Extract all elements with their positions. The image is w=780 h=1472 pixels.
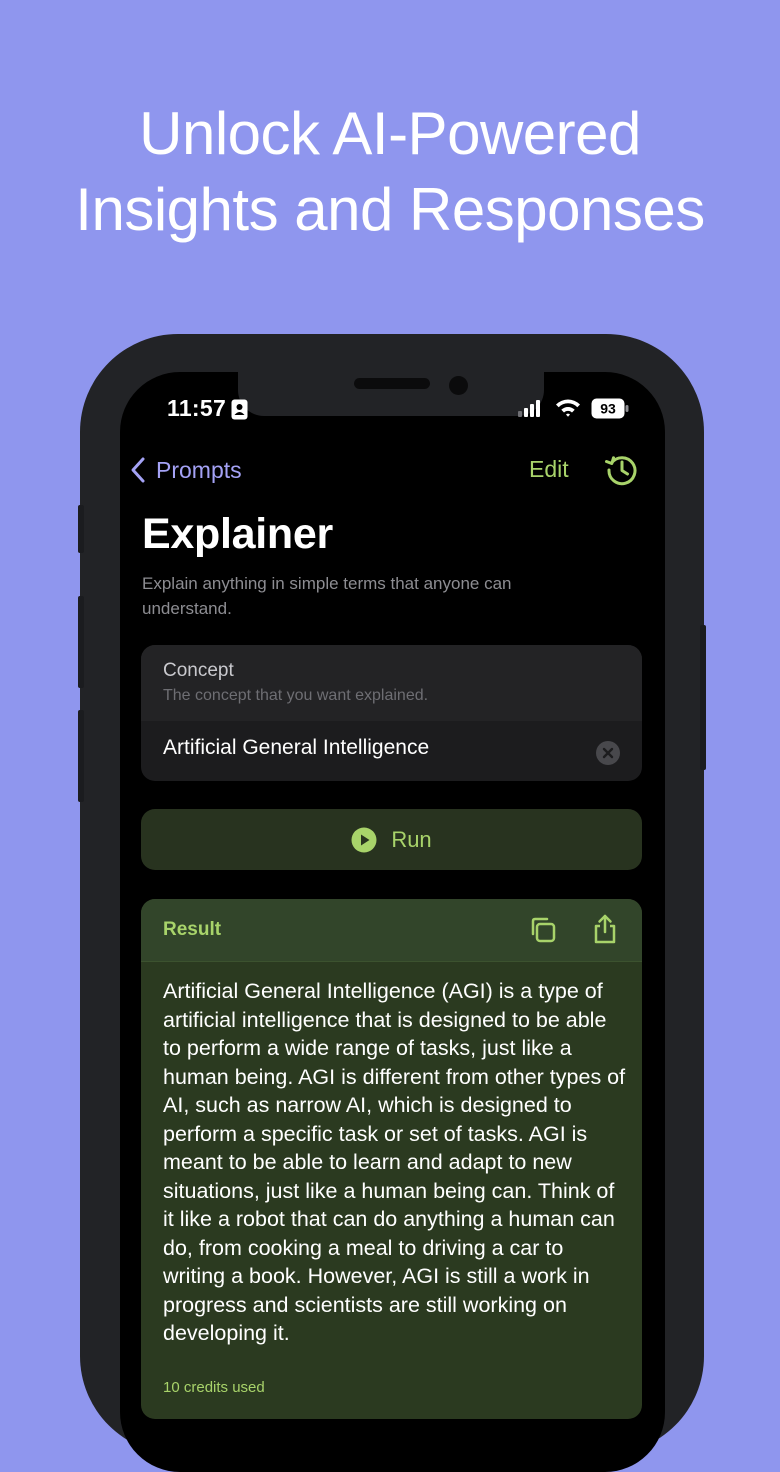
copy-icon[interactable] [528, 915, 558, 945]
chevron-left-icon [131, 457, 145, 483]
history-icon[interactable] [604, 452, 640, 488]
back-button-label: Prompts [156, 456, 242, 483]
back-button[interactable]: Prompts [130, 454, 242, 486]
result-text: Artificial General Intelligence (AGI) is… [163, 979, 626, 1345]
front-camera [449, 376, 468, 395]
concept-hint: The concept that you want explained. [163, 687, 429, 704]
page-description: Explain anything in simple terms that an… [142, 574, 512, 618]
headline: Unlock AI-Powered Insights and Responses [0, 96, 780, 248]
play-circle-icon [351, 827, 377, 852]
phone-volume-up [78, 596, 84, 688]
clear-input-button[interactable] [596, 741, 620, 765]
headline-line-2: Insights and Responses [75, 176, 705, 243]
headline-line-1: Unlock AI-Powered [139, 100, 641, 167]
concept-label: Concept [163, 660, 234, 681]
result-header: Result [141, 899, 642, 962]
edit-button[interactable]: Edit [529, 456, 569, 483]
phone-power-button [700, 625, 706, 770]
page-title: Explainer [142, 510, 333, 558]
contact-badge-icon [231, 399, 248, 420]
speaker [354, 378, 430, 389]
share-icon[interactable] [590, 913, 620, 945]
phone-volume-down [78, 710, 84, 802]
credits-used: 10 credits used [163, 1379, 265, 1396]
run-button-label: Run [391, 826, 432, 852]
result-label: Result [163, 919, 222, 940]
concept-field-card: Concept The concept that you want explai… [141, 645, 642, 781]
status-time: 11:57 [167, 395, 227, 421]
battery-icon: 93 [591, 398, 629, 419]
battery-level: 93 [600, 401, 616, 417]
wifi-icon [556, 399, 580, 417]
phone-mute-switch [78, 505, 84, 553]
clear-x-icon [602, 747, 614, 759]
concept-field-header: Concept The concept that you want explai… [141, 645, 642, 721]
signal-icon [518, 400, 540, 417]
result-card: Result Artificial General Intelligence (… [141, 899, 642, 1419]
concept-input[interactable] [163, 736, 583, 760]
run-button[interactable]: Run [141, 809, 642, 870]
